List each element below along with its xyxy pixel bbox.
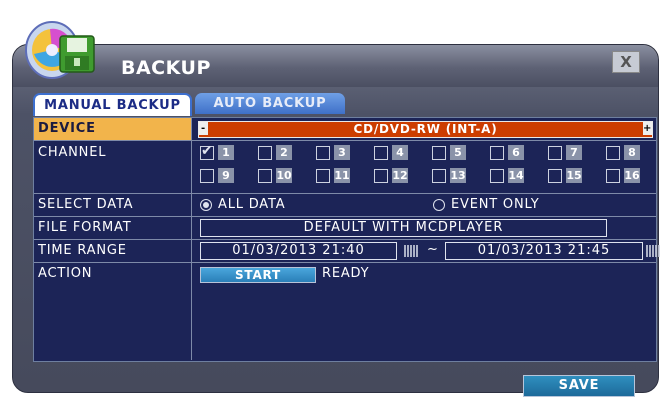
backup-window: BACKUP X MANUAL BACKUP AUTO BACKUP DEVIC… xyxy=(12,44,660,397)
channel-number: 3 xyxy=(334,145,350,160)
channel-number: 6 xyxy=(508,145,524,160)
channel-checkbox[interactable] xyxy=(432,169,446,183)
channel-checkbox[interactable] xyxy=(490,169,504,183)
channel-grid: 12345678910111213141516 xyxy=(194,141,656,193)
event-only-text: EVENT ONLY xyxy=(451,197,540,212)
channel-checkbox[interactable] xyxy=(316,146,330,160)
channel-number: 12 xyxy=(392,168,408,183)
device-value: CD/DVD-RW (INT-A) xyxy=(353,122,498,136)
action-status: READY xyxy=(322,266,370,281)
channel-number: 1 xyxy=(218,145,234,160)
backup-disc-logo xyxy=(25,21,95,79)
title-bar: BACKUP X xyxy=(13,45,658,87)
channel-label: CHANNEL xyxy=(34,141,192,193)
device-next-button[interactable]: + xyxy=(643,122,652,135)
action-row: ACTION START READY xyxy=(34,263,656,360)
calendar-icon[interactable] xyxy=(646,245,660,257)
channel-number: 15 xyxy=(566,168,582,183)
file-format-label: FILE FORMAT xyxy=(34,217,192,239)
action-content: START READY xyxy=(194,263,656,360)
event-only-radio[interactable] xyxy=(433,199,445,211)
select-data-label: SELECT DATA xyxy=(34,194,192,216)
tab-auto-backup[interactable]: AUTO BACKUP xyxy=(195,93,345,114)
channel-checkbox[interactable] xyxy=(606,146,620,160)
channel-checkbox[interactable] xyxy=(200,169,214,183)
file-format-content: DEFAULT WITH MCDPLAYER xyxy=(194,217,656,239)
channel-checkbox[interactable] xyxy=(432,146,446,160)
end-time-field[interactable]: 01/03/2013 21:45 xyxy=(445,242,643,260)
channel-number: 16 xyxy=(624,168,640,183)
channel-checkbox[interactable] xyxy=(316,169,330,183)
channel-checkbox[interactable] xyxy=(374,169,388,183)
all-data-radio[interactable] xyxy=(200,199,212,211)
channel-checkbox[interactable] xyxy=(548,169,562,183)
channel-checkbox[interactable] xyxy=(606,169,620,183)
time-range-label: TIME RANGE xyxy=(34,240,192,262)
channel-number: 5 xyxy=(450,145,466,160)
settings-panel: DEVICE - CD/DVD-RW (INT-A) + CHANNEL 123… xyxy=(33,117,660,362)
file-format-select[interactable]: DEFAULT WITH MCDPLAYER xyxy=(200,219,607,237)
device-prev-button[interactable]: - xyxy=(199,122,208,135)
window-title: BACKUP xyxy=(121,57,211,79)
all-data-text: ALL DATA xyxy=(218,197,286,212)
channel-number: 9 xyxy=(218,168,234,183)
channel-number: 8 xyxy=(624,145,640,160)
channel-checkbox[interactable] xyxy=(490,146,504,160)
channel-checkbox[interactable] xyxy=(374,146,388,160)
time-range-content: 01/03/2013 21:40 ~ 01/03/2013 21:45 xyxy=(194,240,660,262)
channel-number: 10 xyxy=(276,168,292,183)
channel-number: 2 xyxy=(276,145,292,160)
channel-number: 11 xyxy=(334,168,350,183)
channel-checkbox[interactable] xyxy=(258,169,272,183)
save-button[interactable]: SAVE xyxy=(523,375,635,397)
tab-manual-backup[interactable]: MANUAL BACKUP xyxy=(33,93,192,116)
time-range-row: TIME RANGE 01/03/2013 21:40 ~ 01/03/2013… xyxy=(34,240,660,263)
start-button[interactable]: START xyxy=(200,267,316,283)
device-row: DEVICE - CD/DVD-RW (INT-A) + xyxy=(34,118,656,141)
time-range-separator: ~ xyxy=(427,242,439,257)
channel-number: 14 xyxy=(508,168,524,183)
start-time-field[interactable]: 01/03/2013 21:40 xyxy=(200,242,397,260)
calendar-icon[interactable] xyxy=(404,245,418,257)
select-data-row: SELECT DATA ALL DATA EVENT ONLY xyxy=(34,194,656,217)
action-label: ACTION xyxy=(34,263,192,360)
channel-number: 13 xyxy=(450,168,466,183)
device-select[interactable]: - CD/DVD-RW (INT-A) + xyxy=(198,121,653,138)
channel-row: CHANNEL 12345678910111213141516 xyxy=(34,141,656,194)
channel-number: 7 xyxy=(566,145,582,160)
select-data-content: ALL DATA EVENT ONLY xyxy=(194,194,656,216)
device-label: DEVICE xyxy=(34,118,192,140)
channel-checkbox[interactable] xyxy=(200,143,214,160)
channel-number: 4 xyxy=(392,145,408,160)
channel-checkbox[interactable] xyxy=(548,146,562,160)
channel-checkbox[interactable] xyxy=(258,146,272,160)
file-format-row: FILE FORMAT DEFAULT WITH MCDPLAYER xyxy=(34,217,656,240)
device-content: - CD/DVD-RW (INT-A) + xyxy=(194,118,656,140)
close-button[interactable]: X xyxy=(612,51,640,73)
